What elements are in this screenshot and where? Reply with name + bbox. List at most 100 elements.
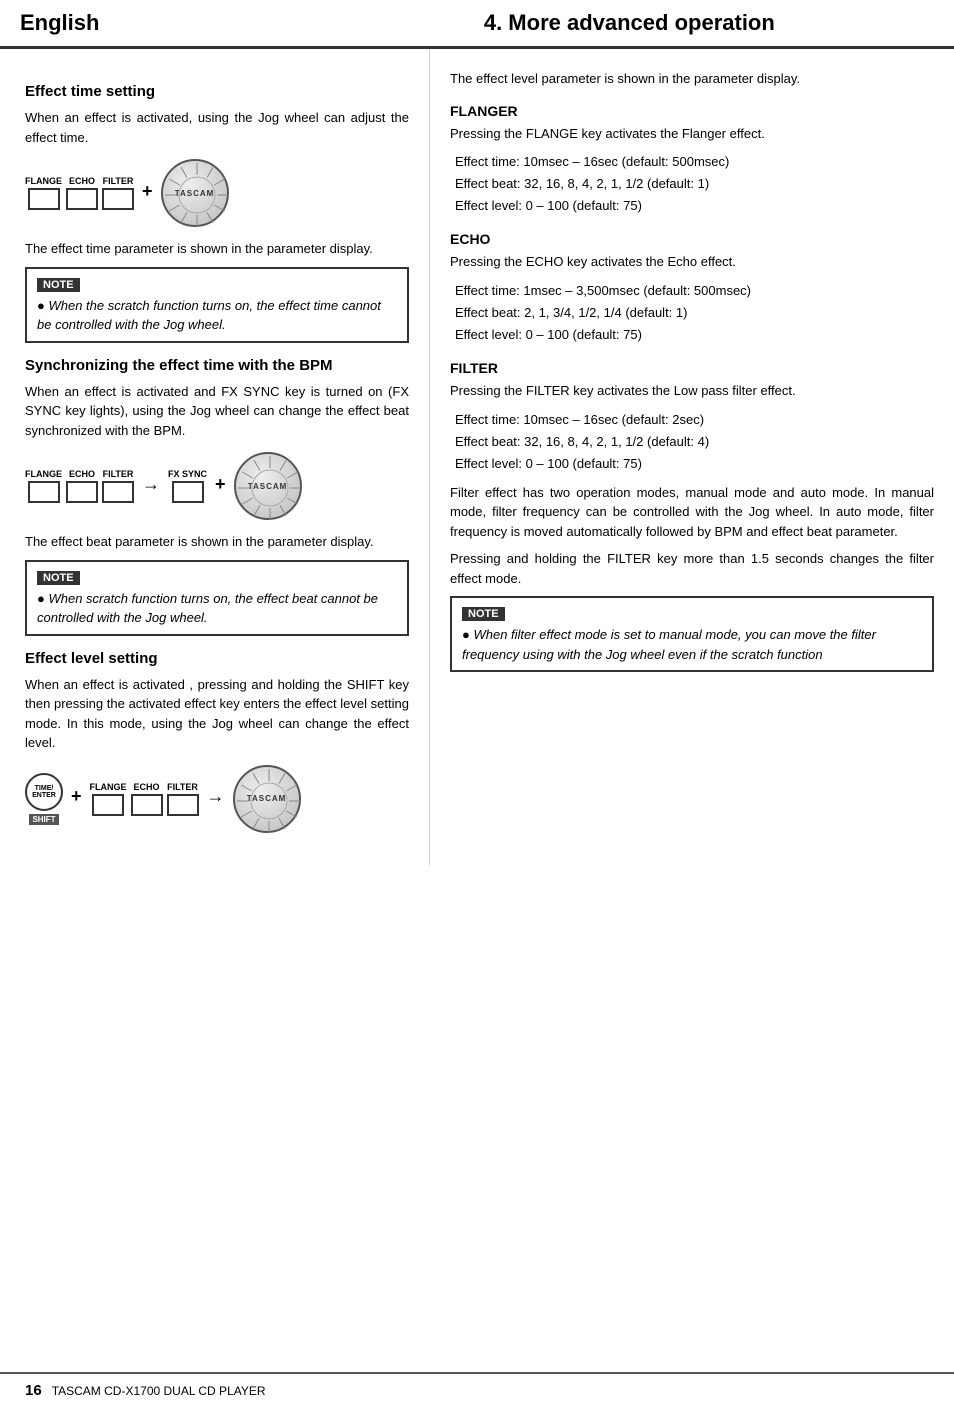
echo-level: Effect level: 0 – 100 (default: 75) [455, 324, 934, 346]
filter-button1 [102, 188, 134, 210]
fx-sync-btn-group: FX SYNC [168, 469, 207, 503]
plus-icon3: + [71, 786, 82, 807]
time-line2: ENTER [32, 792, 56, 799]
flanger-params: Effect time: 10msec – 16sec (default: 50… [455, 151, 934, 217]
filter-label1: FILTER [103, 176, 134, 186]
note-item-2: When scratch function turns on, the effe… [37, 589, 397, 628]
jog-outer1: TASCAM [161, 159, 229, 227]
time-enter-group: TIME/ ENTER SHIFT [25, 773, 63, 825]
language-label: English [20, 10, 325, 36]
note-content-right: When filter effect mode is set to manual… [462, 625, 922, 664]
section-effect-level: Effect level setting When an effect is a… [25, 650, 409, 833]
diagram-bpm-sync: FLANGE ECHO FILTER → FX SYNC [25, 452, 409, 520]
note-label-2: NOTE [37, 571, 80, 585]
main-content: Effect time setting When an effect is ac… [0, 49, 954, 865]
flange-button1 [28, 188, 60, 210]
filter-para1: Filter effect has two operation modes, m… [450, 483, 934, 542]
note-content-2: When scratch function turns on, the effe… [37, 589, 397, 628]
filter-level: Effect level: 0 – 100 (default: 75) [455, 453, 934, 475]
section-effect-time: Effect time setting When an effect is ac… [25, 83, 409, 343]
filter-btn-group1: FILTER [102, 176, 134, 210]
page-number: 16 [25, 1382, 42, 1399]
plus-icon1: + [142, 181, 153, 202]
flanger-intro: Pressing the FLANGE key activates the Fl… [450, 124, 934, 144]
effect-buttons-group2: FLANGE ECHO FILTER [25, 469, 134, 503]
filter-params: Effect time: 10msec – 16sec (default: 2s… [455, 409, 934, 475]
note-content-1: When the scratch function turns on, the … [37, 296, 397, 335]
filter-para2: Pressing and holding the FILTER key more… [450, 549, 934, 588]
filter-section: FILTER Pressing the FILTER key activates… [450, 360, 934, 672]
arrow-icon1: → [142, 474, 160, 495]
note-box-2: NOTE When scratch function turns on, the… [25, 560, 409, 636]
filter-label3: FILTER [167, 782, 198, 792]
echo-label2: ECHO [69, 469, 95, 479]
bpm-sync-heading: Synchronizing the effect time with the B… [25, 357, 409, 374]
flanger-time: Effect time: 10msec – 16sec (default: 50… [455, 151, 934, 173]
echo-beat: Effect beat: 2, 1, 3/4, 1/2, 1/4 (defaul… [455, 302, 934, 324]
flange-btn-group2: FLANGE [25, 469, 62, 503]
plus-icon2: + [215, 474, 226, 495]
filter-button3 [167, 794, 199, 816]
effect-time-para2: The effect time parameter is shown in th… [25, 239, 409, 259]
right-intro: The effect level parameter is shown in t… [450, 69, 934, 89]
flange-btn-group3: FLANGE [90, 782, 127, 816]
note-item-right: When filter effect mode is set to manual… [462, 625, 922, 664]
flange-button3 [92, 794, 124, 816]
flanger-heading: FLANGER [450, 103, 934, 119]
right-column: The effect level parameter is shown in t… [430, 49, 954, 865]
effect-buttons-group3: FLANGE ECHO FILTER [90, 782, 199, 816]
bpm-sync-para2: The effect beat parameter is shown in th… [25, 532, 409, 552]
flanger-beat: Effect beat: 32, 16, 8, 4, 2, 1, 1/2 (de… [455, 173, 934, 195]
echo-time: Effect time: 1msec – 3,500msec (default:… [455, 280, 934, 302]
filter-btn-group2: FILTER [102, 469, 134, 503]
filter-intro: Pressing the FILTER key activates the Lo… [450, 381, 934, 401]
echo-button3 [131, 794, 163, 816]
echo-intro: Pressing the ECHO key activates the Echo… [450, 252, 934, 272]
shift-label: SHIFT [29, 814, 58, 825]
diagram-effect-level: TIME/ ENTER SHIFT + FLANGE ECHO [25, 765, 409, 833]
note-label-right: NOTE [462, 607, 505, 621]
filter-label2: FILTER [103, 469, 134, 479]
jog-outer3: TASCAM [233, 765, 301, 833]
effect-time-heading: Effect time setting [25, 83, 409, 100]
flange-button2 [28, 481, 60, 503]
filter-heading: FILTER [450, 360, 934, 376]
time-line1: TIME/ [35, 785, 54, 792]
time-enter-circle: TIME/ ENTER [25, 773, 63, 811]
diagram-effect-time: FLANGE ECHO FILTER + [25, 159, 409, 227]
product-name: TASCAM CD-X1700 DUAL CD PLAYER [52, 1384, 266, 1398]
effect-buttons-group1: FLANGE ECHO FILTER [25, 176, 134, 210]
filter-btn-group3: FILTER [167, 782, 199, 816]
bpm-sync-para1: When an effect is activated and FX SYNC … [25, 382, 409, 441]
flanger-section: FLANGER Pressing the FLANGE key activate… [450, 103, 934, 218]
flange-label1: FLANGE [25, 176, 62, 186]
note-box-1: NOTE When the scratch function turns on,… [25, 267, 409, 343]
filter-time: Effect time: 10msec – 16sec (default: 2s… [455, 409, 934, 431]
flange-btn-group1: FLANGE [25, 176, 62, 210]
filter-button2 [102, 481, 134, 503]
echo-label3: ECHO [134, 782, 160, 792]
flanger-level: Effect level: 0 – 100 (default: 75) [455, 195, 934, 217]
echo-params: Effect time: 1msec – 3,500msec (default:… [455, 280, 934, 346]
echo-btn-group1: ECHO [66, 176, 98, 210]
page-footer: 16 TASCAM CD-X1700 DUAL CD PLAYER [0, 1372, 954, 1407]
flange-label3: FLANGE [90, 782, 127, 792]
effect-time-para1: When an effect is activated, using the J… [25, 108, 409, 147]
jog-outer2: TASCAM [234, 452, 302, 520]
echo-btn-group2: ECHO [66, 469, 98, 503]
arrow-icon2: → [207, 786, 225, 807]
fx-sync-label: FX SYNC [168, 469, 207, 479]
note-box-right: NOTE When filter effect mode is set to m… [450, 596, 934, 672]
echo-heading: ECHO [450, 231, 934, 247]
note-label-1: NOTE [37, 278, 80, 292]
flange-label2: FLANGE [25, 469, 62, 479]
echo-button1 [66, 188, 98, 210]
echo-section: ECHO Pressing the ECHO key activates the… [450, 231, 934, 346]
effect-level-para1: When an effect is activated , pressing a… [25, 675, 409, 753]
filter-beat: Effect beat: 32, 16, 8, 4, 2, 1, 1/2 (de… [455, 431, 934, 453]
effect-level-heading: Effect level setting [25, 650, 409, 667]
echo-button2 [66, 481, 98, 503]
fx-sync-button [172, 481, 204, 503]
jog-wheel3: TASCAM [233, 765, 301, 833]
page-header: English 4. More advanced operation [0, 0, 954, 49]
